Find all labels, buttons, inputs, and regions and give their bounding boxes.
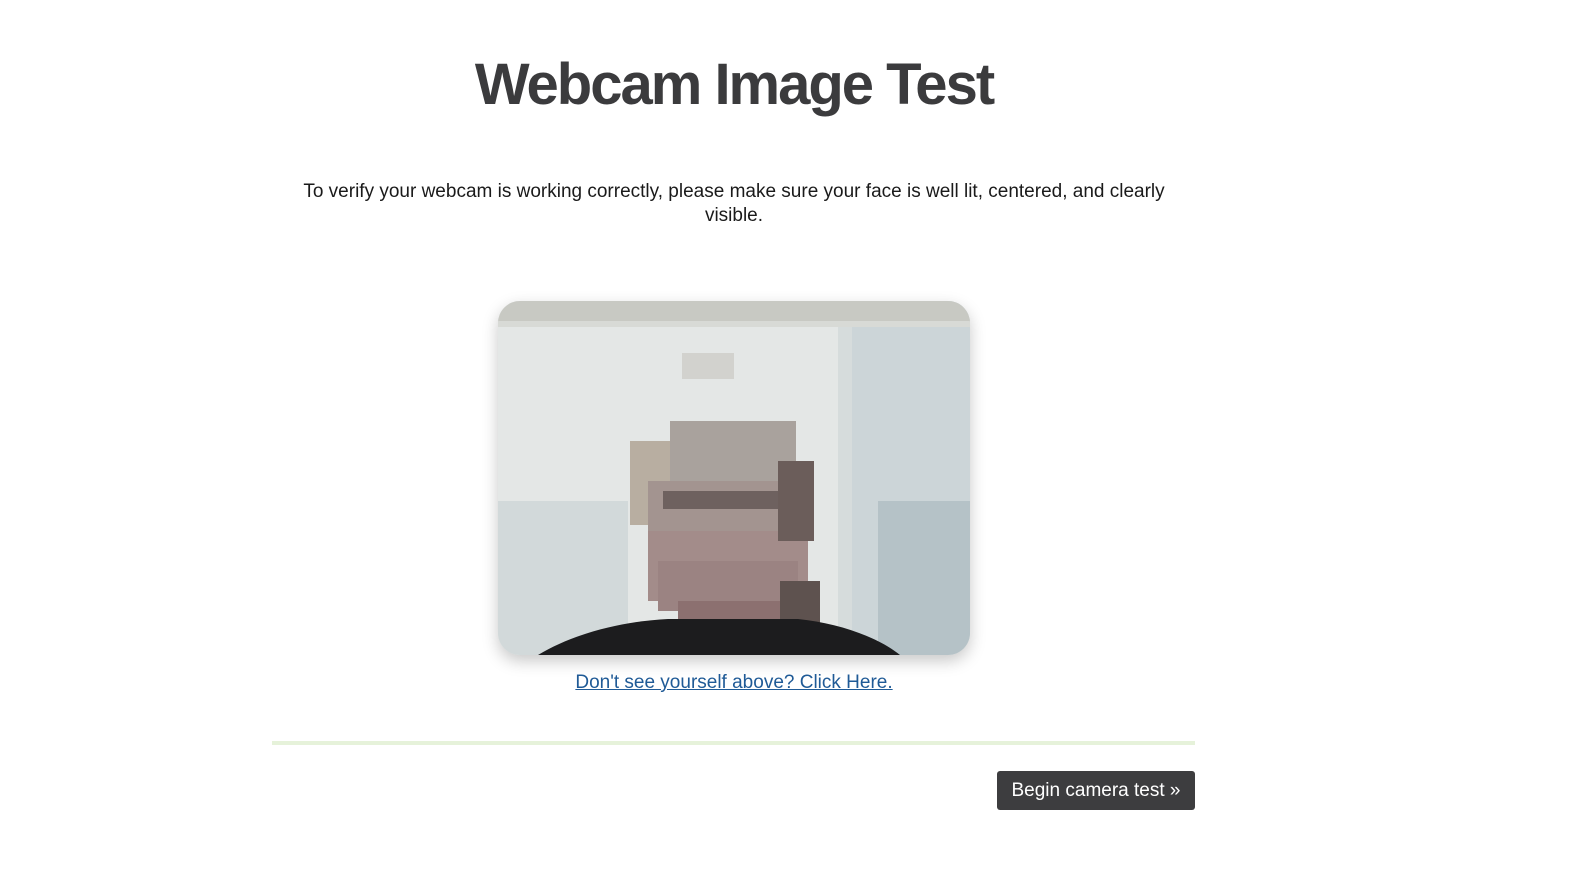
help-link[interactable]: Don't see yourself above? Click Here. [0, 672, 1468, 694]
webcam-preview [498, 301, 970, 655]
divider [272, 741, 1195, 745]
begin-camera-test-button[interactable]: Begin camera test » [997, 771, 1195, 810]
webcam-test-page: Webcam Image Test To verify your webcam … [0, 0, 1593, 881]
page-title: Webcam Image Test [474, 52, 995, 117]
instructions-text: To verify your webcam is working correct… [303, 181, 1165, 226]
